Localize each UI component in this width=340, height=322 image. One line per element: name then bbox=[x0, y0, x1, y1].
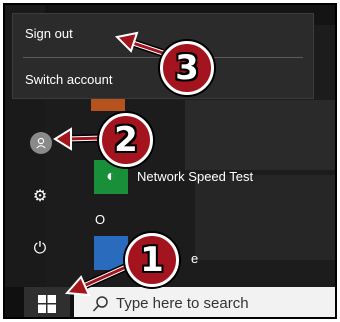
callout-badge-2: 2 bbox=[99, 113, 153, 167]
arrow-3 bbox=[114, 31, 165, 57]
screenshot-frame: ◐ Network Speed Test O e ⚙ ⏻ Type here t… bbox=[3, 3, 337, 319]
arrow-1 bbox=[64, 259, 137, 297]
arrow-2 bbox=[53, 127, 104, 151]
callout-badge-3: 3 bbox=[160, 41, 214, 95]
callout-badge-1: 1 bbox=[125, 233, 179, 287]
